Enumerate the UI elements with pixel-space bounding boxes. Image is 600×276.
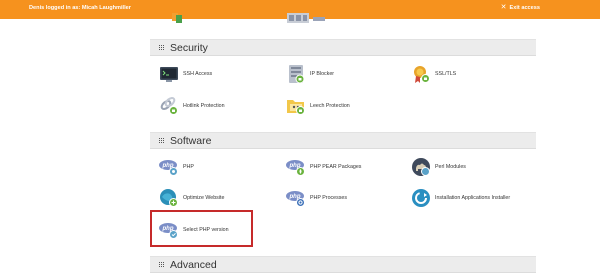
item-label: Optimize Website [183, 195, 225, 201]
hotlink-protection-icon [159, 96, 179, 116]
close-icon: ✕ [500, 4, 507, 11]
item-label: IP Blocker [310, 71, 335, 77]
drag-handle-icon[interactable] [159, 261, 165, 268]
perl-camel-icon [411, 157, 431, 177]
ssh-terminal-icon [159, 64, 179, 84]
drag-handle-icon[interactable] [159, 44, 165, 51]
leech-protection-icon [286, 96, 306, 116]
item-label: SSH Access [183, 71, 213, 77]
php-processes-icon: php [286, 188, 306, 208]
item-perl-modules[interactable]: Perl Modules [411, 157, 466, 177]
item-label: Leech Protection [310, 103, 350, 109]
exit-access-label: Exit access [509, 5, 540, 11]
ip-blocker-icon [286, 64, 306, 84]
php-icon: php [159, 157, 179, 177]
item-ip-blocker[interactable]: IP Blocker [286, 64, 334, 84]
item-label: SSL/TLS [435, 71, 457, 77]
section-header-software[interactable]: Software [150, 132, 536, 149]
partial-icon [313, 17, 325, 21]
installer-icon [411, 188, 431, 208]
impersonation-message: Denis logged in as: Micah Laughmiller [29, 5, 131, 11]
item-label: Hotlink Protection [183, 103, 225, 109]
section-header-security[interactable]: Security [150, 39, 536, 56]
highlight-box [150, 210, 253, 247]
section-title: Advanced [170, 258, 217, 271]
item-ssh-access[interactable]: SSH Access [159, 64, 212, 84]
partial-icon [172, 13, 182, 23]
item-ssl-tls[interactable]: SSL/TLS [411, 64, 456, 84]
item-php-processes[interactable]: php PHP Processes [286, 188, 347, 208]
item-installation-applications-installer[interactable]: Installation Applications Installer [411, 188, 510, 208]
section-header-advanced[interactable]: Advanced [150, 256, 536, 273]
item-optimize-website[interactable]: Optimize Website [159, 188, 224, 208]
item-label: Installation Applications Installer [435, 195, 511, 201]
item-php-pear-packages[interactable]: php PHP PEAR Packages [286, 157, 361, 177]
section-title: Software [170, 134, 212, 147]
optimize-website-icon [159, 188, 179, 208]
section-title: Security [170, 41, 208, 54]
item-label: Perl Modules [435, 164, 466, 170]
item-leech-protection[interactable]: Leech Protection [286, 96, 350, 116]
item-label: PHP PEAR Packages [310, 164, 362, 170]
ssl-certificate-icon [411, 64, 431, 84]
item-label: PHP Processes [310, 195, 347, 201]
exit-access-link[interactable]: ✕ Exit access [500, 4, 540, 11]
item-label: PHP [183, 164, 194, 170]
partial-icon [287, 13, 309, 23]
drag-handle-icon[interactable] [159, 137, 165, 144]
php-pear-icon: php [286, 157, 306, 177]
item-php[interactable]: php PHP [159, 157, 194, 177]
item-hotlink-protection[interactable]: Hotlink Protection [159, 96, 225, 116]
